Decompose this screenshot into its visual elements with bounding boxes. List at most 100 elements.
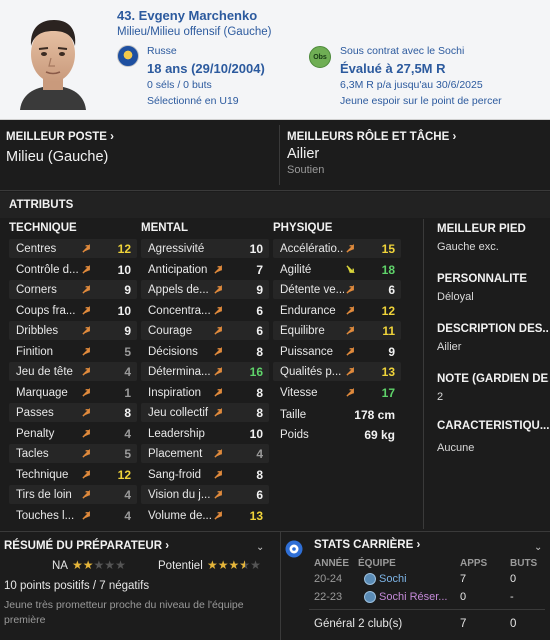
career-stats-panel: STATS CARRIÈRE › ⌄ ANNÉE ÉQUIPE APPS BUT… [280,532,550,640]
attribute-value: 16 [249,365,263,379]
attribute-row[interactable]: Inspiration 8 [141,383,269,402]
description-box: DESCRIPTION DES... Ailier [423,319,550,369]
attribute-row[interactable]: Penalty 4 [9,424,137,443]
attribute-name: Marquage [16,386,68,399]
nationality[interactable]: Russe [147,45,177,57]
attribute-row[interactable]: Détermina... 16 [141,362,269,381]
attribute-row[interactable]: Technique 12 [9,465,137,484]
height-value: 178 cm [354,408,395,422]
attribute-row[interactable]: Contrôle d... 10 [9,260,137,279]
best-position-value: Milieu (Gauche) [6,149,109,165]
attribute-value: 8 [256,406,263,420]
attribute-row[interactable]: Accélératio... 15 [273,239,401,258]
attribute-row[interactable]: Tacles 5 [9,444,137,463]
attribute-name: Accélératio... [280,243,344,255]
attribute-row[interactable]: Dribbles 9 [9,321,137,340]
coach-report-panel: RÉSUMÉ DU PRÉPARATEUR › ⌄ NA ★★★★★ Poten… [0,532,279,640]
chevron-right-icon: › [165,540,170,552]
best-position-link[interactable]: MEILLEUR POSTE › [6,131,114,143]
gk-rating-value: 2 [437,391,444,403]
attribute-row[interactable]: Appels de... 9 [141,280,269,299]
career-team[interactable]: Sochi [379,573,407,585]
attribute-row[interactable]: Placement 4 [141,444,269,463]
chevron-down-icon[interactable]: ⌄ [256,542,264,553]
attribute-name: Courage [148,325,193,337]
attribute-value: 12 [381,303,395,318]
col-goals: BUTS [510,558,538,569]
attribute-row[interactable]: Passes 8 [9,403,137,422]
attribute-value: 9 [124,324,131,338]
col-team: ÉQUIPE [358,558,396,569]
star-icon: ★ [104,558,116,572]
attribute-row[interactable]: Qualités p... 13 [273,362,401,381]
attribute-value: 4 [256,447,263,461]
career-year: 20-24 [314,573,343,585]
career-total-goals: 0 [510,618,517,630]
chevron-right-icon: › [452,131,457,143]
divider [309,609,545,610]
arrow-up-icon [214,367,222,376]
attribute-value: 10 [117,303,131,318]
attribute-value: 1 [124,385,131,400]
weight-value: 69 kg [364,428,395,442]
chevron-right-icon: › [110,131,114,143]
attribute-name: Contrôle d... [16,263,79,276]
attribute-row[interactable]: Vitesse 17 [273,383,401,402]
attribute-name: Dribbles [16,325,59,337]
characteristics-box: CARACTÉRISTIQU... Aucune [423,419,550,529]
attribute-row[interactable]: Volume de... 13 [141,506,269,525]
player-age: 18 ans (29/10/2004) [147,61,265,76]
attribute-row[interactable]: Corners 9 [9,280,137,299]
attribute-row[interactable]: Anticipation 7 [141,260,269,279]
player-name[interactable]: 43. Evgeny Marchenko [117,8,257,23]
attribute-row[interactable]: Sang-froid 8 [141,465,269,484]
attribute-row[interactable]: Leadership 10 [141,424,269,443]
attribute-row[interactable]: Tirs de loin 4 [9,485,137,504]
arrow-up-icon [82,510,90,520]
attribute-row[interactable]: Finition 5 [9,342,137,361]
best-role-link[interactable]: MEILLEURS RÔLE ET TÂCHE › [287,131,456,143]
attribute-row[interactable]: Puissance 9 [273,342,401,361]
career-team[interactable]: Sochi Réser... [379,591,447,603]
attribute-value: 11 [382,324,395,338]
attribute-row[interactable]: Jeu collectif 8 [141,403,269,422]
attribute-row[interactable]: Décisions 8 [141,342,269,361]
arrow-up-icon [82,244,90,253]
attribute-value: 8 [256,385,263,400]
attribute-value: 18 [381,262,395,277]
divider [279,125,280,185]
attribute-row[interactable]: Vision du j... 6 [141,485,269,504]
attribute-row[interactable]: Touches l... 4 [9,506,137,525]
half-star-icon: ★★ [239,558,251,572]
arrow-up-icon [346,285,354,294]
chevron-down-icon[interactable]: ⌄ [534,542,542,553]
attribute-row[interactable]: Équilibre 11 [273,321,401,340]
contract-status[interactable]: Sous contrat avec le Sochi [340,45,464,57]
attribute-row[interactable]: Agressivité 10 [141,239,269,258]
attribute-row[interactable]: Centres 12 [9,239,137,258]
col-year: ANNÉE [314,558,350,569]
attribute-name: Volume de... [148,509,212,522]
attribute-row[interactable]: Concentra... 6 [141,301,269,320]
arrow-up-icon [82,428,90,438]
attribute-name: Coups fra... [16,304,76,317]
attribute-value: 6 [388,283,395,297]
star-icon: ★ [217,558,229,572]
attribute-value: 9 [124,283,131,297]
arrow-up-icon [82,469,90,479]
attribute-value: 13 [381,365,395,379]
attribute-name: Équilibre [280,325,325,337]
coach-report-link[interactable]: RÉSUMÉ DU PRÉPARATEUR › [4,540,169,552]
career-total-apps: 7 [460,618,467,630]
attribute-row[interactable]: Endurance 12 [273,301,401,320]
attribute-value: 4 [124,488,131,502]
career-stats-link[interactable]: STATS CARRIÈRE › [314,539,420,551]
attribute-row[interactable]: Courage 6 [141,321,269,340]
attribute-row[interactable]: Marquage 1 [9,383,137,402]
attribute-row[interactable]: Détente ve... 6 [273,280,401,299]
attribute-value: 7 [256,262,263,277]
attribute-row[interactable]: Jeu de tête 4 [9,362,137,381]
attribute-row[interactable]: Agilité 18 [273,260,401,279]
attribute-row[interactable]: Coups fra... 10 [9,301,137,320]
attribute-name: Vision du j... [148,489,211,501]
